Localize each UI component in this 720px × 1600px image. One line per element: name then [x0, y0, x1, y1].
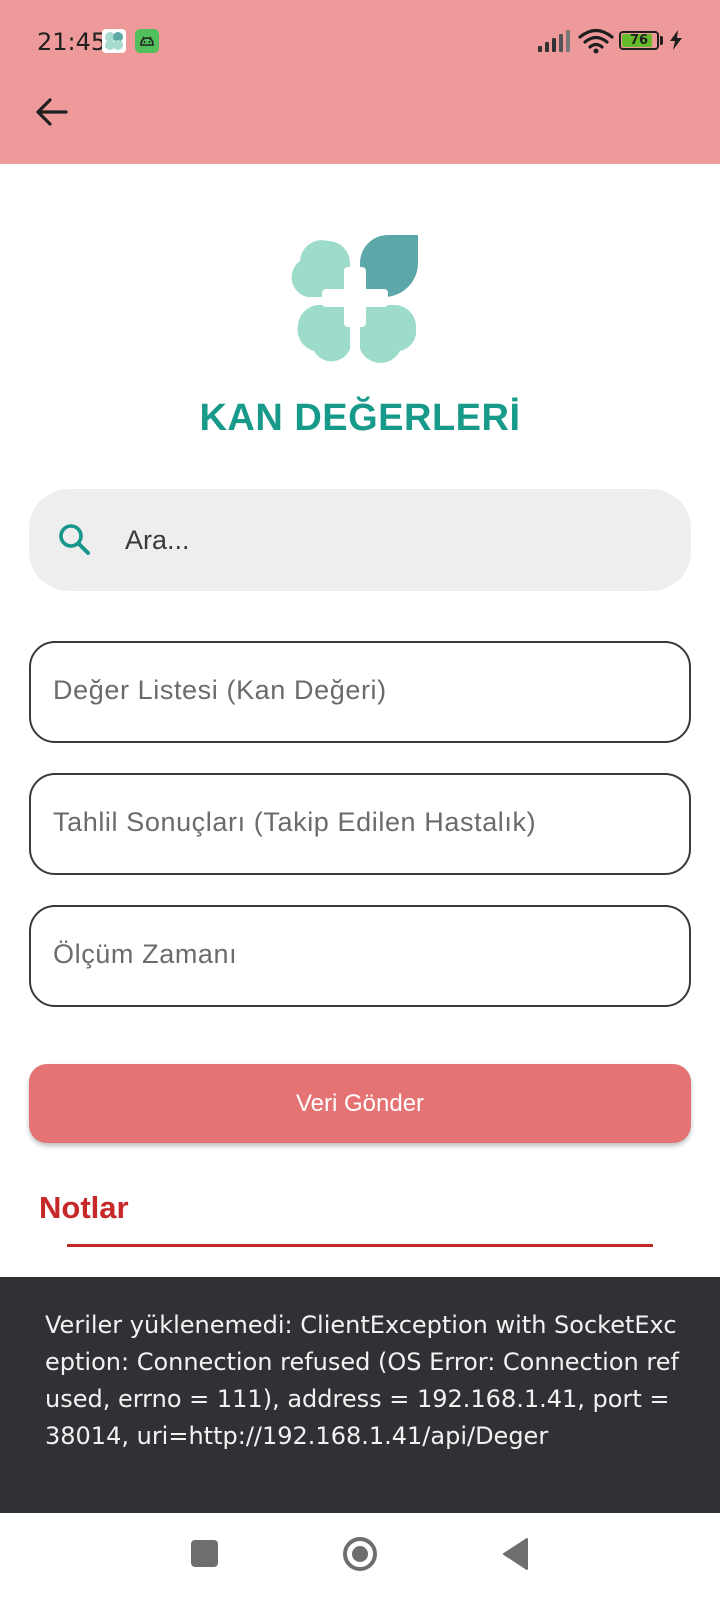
page-title: KAN DEĞERLERİ [199, 397, 521, 439]
value-list-field-label: Değer Listesi (Kan Değeri) [53, 675, 387, 705]
battery-icon: 76 [619, 31, 659, 50]
home-circle-icon[interactable] [341, 1535, 379, 1573]
system-nav-bar [0, 1513, 720, 1600]
value-list-field[interactable]: Değer Listesi (Kan Değeri) [29, 641, 691, 743]
test-results-field[interactable]: Tahlil Sonuçları (Takip Edilen Hastalık) [29, 773, 691, 875]
test-results-field-label: Tahlil Sonuçları (Takip Edilen Hastalık) [53, 807, 537, 837]
error-message: Veriler yüklenemedi: ClientException wit… [45, 1311, 679, 1450]
wifi-icon [578, 28, 614, 54]
send-data-button[interactable]: Veri Gönder [29, 1064, 691, 1143]
notes-divider [67, 1244, 653, 1247]
signal-icon [538, 30, 570, 52]
back-button[interactable] [26, 88, 78, 140]
measurement-time-field-label: Ölçüm Zamanı [53, 939, 238, 969]
measurement-time-field[interactable]: Ölçüm Zamanı [29, 905, 691, 1007]
clover-notification-icon [102, 29, 126, 53]
charging-bolt-icon [670, 30, 682, 50]
app-bar: 21:45 76 [0, 0, 720, 164]
search-icon [59, 524, 90, 555]
notes-title: Notlar [39, 1190, 129, 1225]
arrow-back-icon [36, 98, 68, 126]
battery-level: 76 [629, 33, 649, 48]
search-input[interactable] [123, 509, 667, 571]
search-bar[interactable] [29, 489, 691, 591]
error-snackbar: Veriler yüklenemedi: ClientException wit… [0, 1277, 720, 1513]
back-triangle-icon[interactable] [501, 1537, 531, 1571]
status-time: 21:45 [37, 28, 107, 56]
status-bar: 21:45 76 [0, 0, 720, 82]
recents-square-icon[interactable] [191, 1540, 218, 1567]
clover-plus-logo [291, 235, 418, 363]
battery-tip [660, 36, 663, 45]
android-notification-icon [135, 29, 159, 53]
